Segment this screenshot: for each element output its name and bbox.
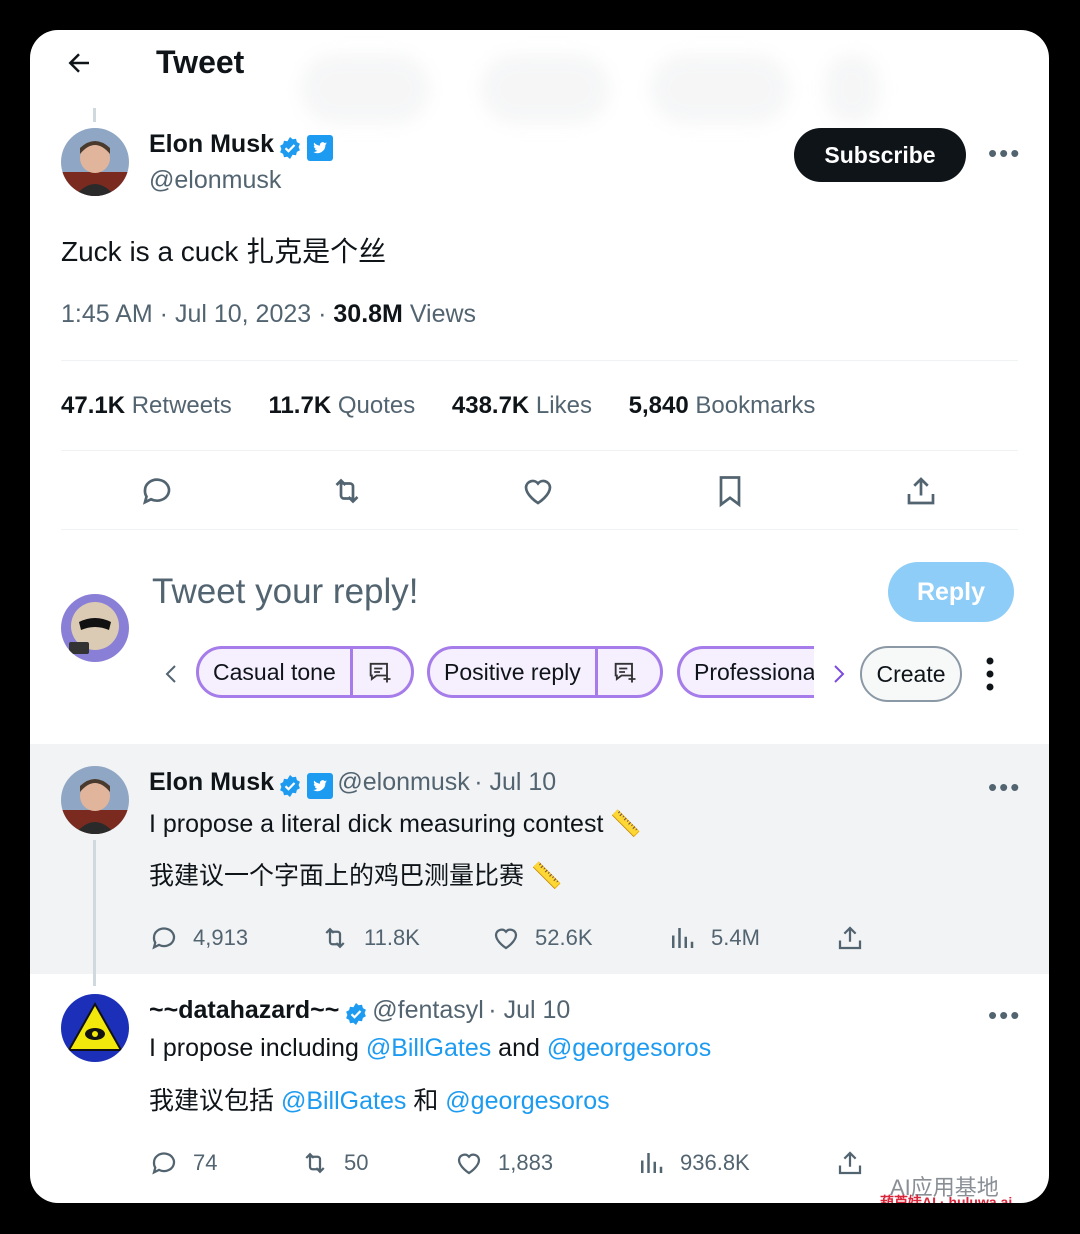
verified-badge-icon [280,774,301,797]
author-handle[interactable]: @elonmusk [337,768,469,796]
reply-text-line: 我建议一个字面上的鸡巴测量比赛 📏 [149,862,563,890]
reply-author-line: Elon Musk @elonmusk · Jul 10 [149,768,556,799]
chip-add-icon[interactable] [598,658,652,686]
more-options-icon[interactable]: ••• [988,138,1021,169]
bookmarks-stat[interactable]: 5,840 Bookmarks [629,392,816,419]
reply-icon[interactable] [139,473,175,509]
reply-text-line: 我建议包括 @BillGates 和 @georgesoros [149,1087,610,1115]
blurred-tab [300,54,430,124]
reply-count[interactable]: 74 [149,1148,217,1178]
blue-bird-badge-icon [306,772,333,799]
retweet-count[interactable]: 50 [300,1148,368,1178]
vertical-more-icon[interactable] [980,656,1000,692]
elon-avatar-icon [61,766,129,834]
author-line: Elon Musk [149,130,333,161]
likes-stat[interactable]: 438.7K Likes [452,392,592,419]
reply-icon [152,1152,176,1175]
divider [61,450,1018,451]
tweet-timestamp[interactable]: 1:45 AM · Jul 10, 2023 · [61,300,333,328]
author-handle[interactable]: @elonmusk [149,166,281,195]
like-count[interactable]: 52.6K [491,923,593,953]
elon-avatar-icon [61,128,129,196]
chip-professional[interactable]: Professional [677,646,814,698]
mention-link[interactable]: @georgesoros [547,1034,711,1062]
mention-link[interactable]: @BillGates [281,1087,406,1115]
page-title: Tweet [156,44,245,80]
divider [61,529,1018,530]
back-arrow-icon[interactable] [64,48,94,78]
chip-casual-tone[interactable]: Casual tone [196,646,414,698]
views-chart-icon [641,1153,663,1173]
reply-date[interactable]: · Jul 10 [474,768,556,796]
user-avatar[interactable] [61,594,129,662]
masked-user-avatar-icon [61,594,129,662]
like-icon [457,1153,481,1175]
reply-button[interactable]: Reply [888,562,1014,622]
chip-label: Professional [694,658,814,685]
tweet-page: Tweet Elon Musk @elonmusk Subscribe ••• … [30,30,1049,1203]
chevron-left-icon[interactable] [160,662,184,686]
avatar[interactable] [61,128,129,196]
verified-badge-icon [345,1002,366,1025]
blue-bird-badge-icon [306,134,333,161]
like-icon[interactable] [520,473,556,509]
watermark-text: 葫芦娃AI · huluwa.ai [880,1194,1013,1203]
tweet-stats: 47.1K Retweets 11.7K Quotes 438.7K Likes… [61,392,845,420]
views-count[interactable]: 5.4M [667,923,760,953]
share-icon[interactable] [835,923,865,953]
views-chart-icon [672,928,694,948]
retweet-count[interactable]: 11.8K [320,923,420,953]
divider [61,360,1018,361]
views-label: Views [402,300,477,328]
share-icon[interactable] [903,473,939,509]
create-button[interactable]: Create [860,646,962,702]
reply-text-line: I propose a literal dick measuring conte… [149,810,642,838]
retweet-icon[interactable] [329,473,365,509]
more-options-icon[interactable]: ••• [988,1000,1021,1031]
chip-add-icon[interactable] [353,658,407,686]
quotes-stat[interactable]: 11.7K Quotes [268,392,415,419]
thread-line [93,840,96,986]
bookmark-icon[interactable] [712,473,748,509]
reply-count[interactable]: 4,913 [149,923,248,953]
share-icon[interactable] [835,1148,865,1178]
chip-positive-reply[interactable]: Positive reply [427,646,663,698]
verified-badge-icon [280,136,301,159]
mention-link[interactable]: @BillGates [366,1034,491,1062]
tweet-text: Zuck is a cuck 扎克是个丝 [61,236,387,267]
subscribe-button[interactable]: Subscribe [794,128,966,182]
thread-line [93,108,96,122]
reply-input[interactable]: Tweet your reply! [152,572,419,612]
retweet-icon [325,927,345,949]
retweet-icon [305,1152,325,1174]
blurred-tab [650,54,790,124]
avatar[interactable] [61,766,129,834]
views-count: 30.8M [333,300,403,328]
author-name[interactable]: Elon Musk [149,130,274,158]
reply-icon [152,927,176,950]
blurred-tab [825,54,880,124]
chevron-right-icon[interactable] [826,662,850,686]
reply-date[interactable]: · Jul 10 [488,996,570,1024]
tweet-meta: 1:45 AM · Jul 10, 2023 · 30.8M Views [61,300,476,329]
reply-text-line: I propose including @BillGates and @geor… [149,1034,712,1062]
hazard-avatar-icon [61,994,129,1062]
views-count[interactable]: 936.8K [636,1148,750,1178]
author-handle[interactable]: @fentasyl [372,996,484,1024]
like-icon [494,928,518,950]
more-options-icon[interactable]: ••• [988,772,1021,803]
chip-label: Positive reply [430,649,598,695]
author-name[interactable]: ~~datahazard~~ [149,996,339,1024]
reply-author-line: ~~datahazard~~ @fentasyl · Jul 10 [149,996,570,1026]
mention-link[interactable]: @georgesoros [445,1087,609,1115]
blurred-tab [480,54,610,124]
like-count[interactable]: 1,883 [454,1148,553,1178]
chip-label: Casual tone [199,649,353,695]
author-name[interactable]: Elon Musk [149,768,274,796]
retweets-stat[interactable]: 47.1K Retweets [61,392,232,419]
avatar[interactable] [61,994,129,1062]
